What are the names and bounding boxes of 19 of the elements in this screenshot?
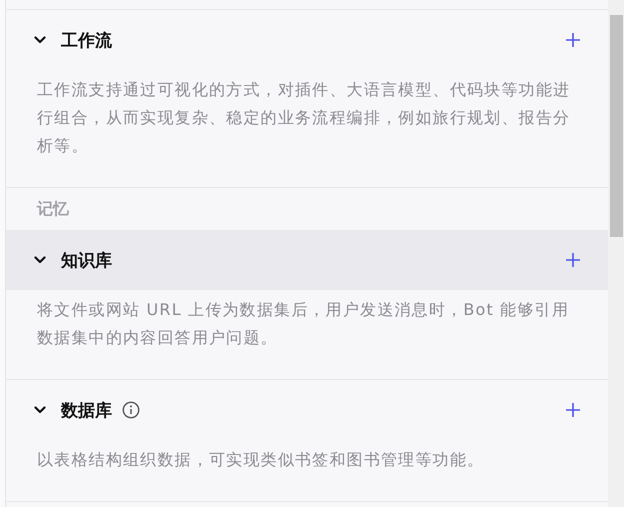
- scrollbar-thumb[interactable]: [610, 15, 623, 237]
- section-header[interactable]: 知识库: [6, 230, 608, 290]
- chevron-icon[interactable]: [34, 256, 46, 264]
- add-icon[interactable]: [565, 252, 581, 268]
- section-title: 数据库: [61, 400, 112, 422]
- scrollbar[interactable]: [608, 0, 624, 507]
- section-title: 知识库: [61, 250, 112, 272]
- chevron-icon[interactable]: [34, 36, 46, 44]
- info-icon[interactable]: [122, 401, 140, 419]
- add-icon[interactable]: [565, 402, 581, 418]
- section-title: 工作流: [61, 30, 112, 52]
- section-header[interactable]: 数据库: [6, 380, 608, 440]
- section-header[interactable]: 工作流: [6, 10, 608, 70]
- section-description: 以表格结构组织数据，可实现类似书签和图书管理等功能。: [36, 449, 486, 471]
- section-description: 将文件或网站 URL 上传为数据集后，用户发送消息时，Bot 能够引用数据集中的内容回答用户问题。: [36, 299, 570, 349]
- chevron-icon[interactable]: [34, 406, 46, 414]
- add-icon[interactable]: [565, 32, 581, 48]
- section-description: 工作流支持通过可视化的方式，对插件、大语言模型、代码块等功能进行组合，从而实现复杂、稳定的业务流程编排，例如旅行规划、报告分析等。: [36, 79, 572, 157]
- group-label: 记忆: [37, 198, 69, 220]
